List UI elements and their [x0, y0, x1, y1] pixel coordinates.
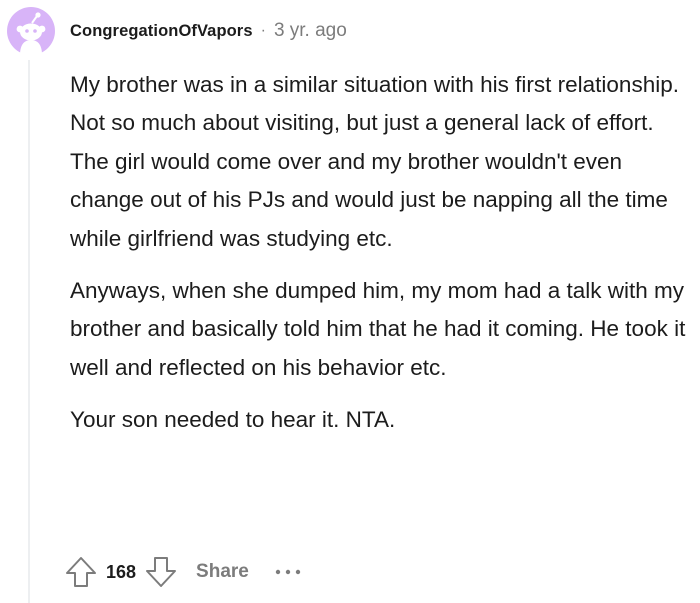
- downvote-arrow-icon[interactable]: [144, 555, 178, 589]
- comment-paragraph: Your son needed to hear it. NTA.: [70, 407, 396, 433]
- vote-score: 168: [106, 561, 137, 582]
- snoo-avatar-icon: [7, 7, 55, 55]
- more-options-icon[interactable]: [273, 562, 303, 582]
- share-button[interactable]: Share: [196, 561, 249, 583]
- comment-paragraph: Anyways, when she dumped him, my mom had…: [70, 278, 686, 380]
- avatar[interactable]: [7, 7, 55, 55]
- meta-separator: ·: [260, 22, 266, 39]
- comment-header: CongregationOfVapors · 3 yr. ago: [70, 19, 347, 43]
- comment-paragraph: My brother was in a similar situation wi…: [70, 72, 679, 251]
- thread-line[interactable]: [28, 60, 30, 603]
- upvote-arrow-icon[interactable]: [64, 555, 98, 589]
- username-link[interactable]: CongregationOfVapors: [70, 22, 253, 41]
- comment-actions: 168 Share: [64, 552, 303, 592]
- comment-body: My brother was in a similar situation wi…: [70, 66, 690, 454]
- timestamp[interactable]: 3 yr. ago: [274, 20, 347, 42]
